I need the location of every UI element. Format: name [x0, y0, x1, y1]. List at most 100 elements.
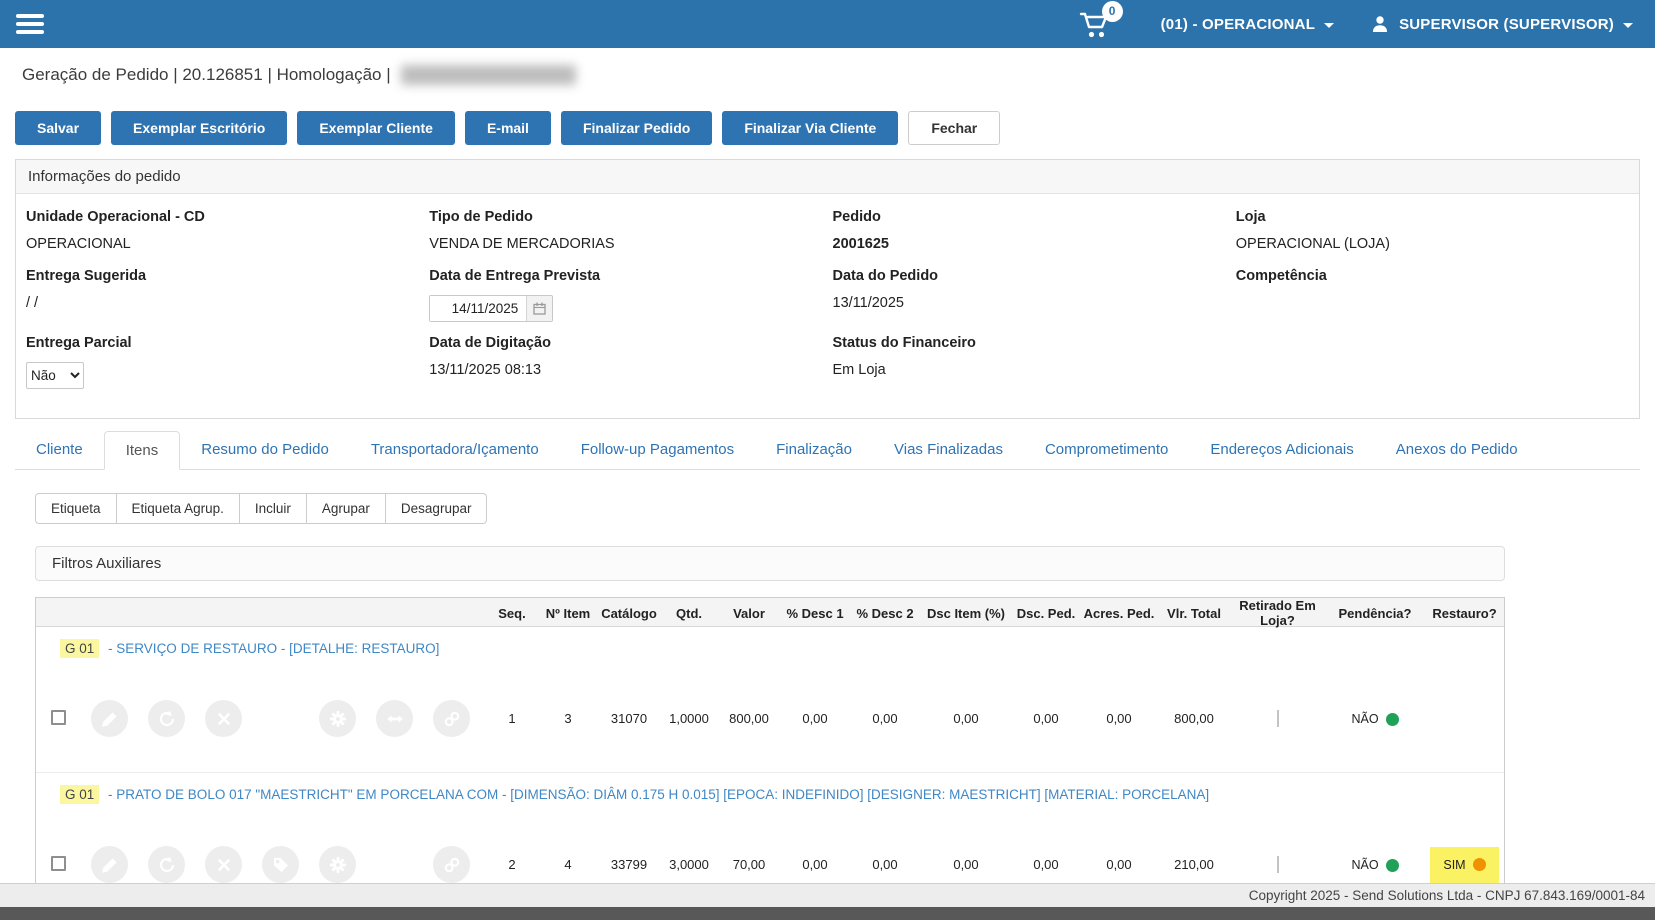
bottom-bar	[0, 907, 1655, 920]
chevron-down-icon	[1623, 23, 1633, 28]
retirado-checkbox[interactable]	[1277, 856, 1279, 873]
group-description-link[interactable]: - SERVIÇO DE RESTAURO - [DETALHE: RESTAU…	[108, 641, 439, 656]
green-status-dot-icon	[1386, 713, 1399, 726]
edit-button[interactable]	[91, 846, 128, 883]
green-status-dot-icon	[1386, 859, 1399, 872]
link-button[interactable]	[433, 846, 470, 883]
cell-desc2: 0,00	[850, 857, 920, 872]
col-acres-ped: Acres. Ped.	[1080, 606, 1158, 621]
breadcrumb: Geração de Pedido | 20.126851 | Homologa…	[0, 48, 1655, 98]
etiqueta-button[interactable]: Etiqueta	[35, 493, 117, 524]
filtros-auxiliares-panel[interactable]: Filtros Auxiliares	[35, 546, 1505, 581]
tag-button[interactable]	[262, 846, 299, 883]
gear-icon	[329, 856, 347, 874]
cell-catalogo: 33799	[598, 857, 660, 872]
unit-menu[interactable]: (01) - OPERACIONAL	[1161, 16, 1334, 33]
copyright-text: Copyright 2025 - Send Solutions Ltda - C…	[0, 883, 1655, 907]
row-select-checkbox[interactable]	[51, 710, 66, 725]
tab-bar: Cliente Itens Resumo do Pedido Transport…	[15, 431, 1640, 470]
pendencia-status: NÃO	[1351, 858, 1398, 872]
col-dsc-ped: Dsc. Ped.	[1012, 606, 1080, 621]
action-button-row: Salvar Exemplar Escritório Exemplar Clie…	[15, 111, 1640, 145]
etiqueta-agrup-button[interactable]: Etiqueta Agrup.	[116, 493, 240, 524]
email-button[interactable]: E-mail	[465, 111, 551, 145]
tab-cliente[interactable]: Cliente	[15, 431, 104, 470]
cell-valor: 70,00	[718, 857, 780, 872]
row-select-checkbox[interactable]	[51, 856, 66, 871]
x-icon	[216, 857, 232, 873]
partial-delivery-select[interactable]: Não	[26, 362, 84, 389]
field-data-entrega-prevista: Data de Entrega Prevista	[429, 268, 822, 322]
calendar-icon	[533, 302, 546, 315]
col-valor: Valor	[718, 606, 780, 621]
cart-button[interactable]: 0	[1079, 10, 1111, 39]
link-icon	[443, 710, 461, 728]
tab-comprometimento[interactable]: Comprometimento	[1024, 431, 1189, 470]
tab-finalizacao[interactable]: Finalização	[755, 431, 873, 470]
desagrupar-button[interactable]: Desagrupar	[385, 493, 488, 524]
col-dsc-item: Dsc Item (%)	[920, 606, 1012, 621]
col-qtd: Qtd.	[660, 606, 718, 621]
items-table: Seq. Nº Item Catálogo Qtd. Valor % Desc …	[35, 597, 1505, 919]
office-copy-button[interactable]: Exemplar Escritório	[111, 111, 287, 145]
move-button[interactable]	[376, 700, 413, 737]
col-retirado-em-loja: Retirado Em Loja?	[1230, 598, 1325, 628]
tab-transportadora-icamento[interactable]: Transportadora/Içamento	[350, 431, 560, 470]
group-row: G 01 - PRATO DE BOLO 017 "MAESTRICHT" EM…	[36, 773, 1504, 811]
chevron-down-icon	[1324, 23, 1334, 28]
cell-qtd: 3,0000	[660, 857, 718, 872]
agrupar-button[interactable]: Agrupar	[306, 493, 386, 524]
history-button[interactable]	[148, 700, 185, 737]
pencil-icon	[101, 856, 119, 874]
retirado-checkbox[interactable]	[1277, 710, 1279, 727]
field-unidade-operacional: Unidade Operacional - CD OPERACIONAL	[26, 209, 419, 255]
cell-catalogo: 31070	[598, 711, 660, 726]
save-button[interactable]: Salvar	[15, 111, 101, 145]
cell-desc1: 0,00	[780, 711, 850, 726]
history-button[interactable]	[148, 846, 185, 883]
tab-enderecos-adicionais[interactable]: Endereços Adicionais	[1189, 431, 1374, 470]
remove-button[interactable]	[205, 846, 242, 883]
group-badge: G 01	[60, 785, 99, 804]
cell-n-item: 4	[538, 857, 598, 872]
cell-qtd: 1,0000	[660, 711, 718, 726]
tab-anexos-do-pedido[interactable]: Anexos do Pedido	[1375, 431, 1539, 470]
tab-vias-finalizadas[interactable]: Vias Finalizadas	[873, 431, 1024, 470]
cell-dsc-item: 0,00	[920, 711, 1012, 726]
col-restauro: Restauro?	[1425, 606, 1504, 621]
field-tipo-pedido: Tipo de Pedido VENDA DE MERCADORIAS	[429, 209, 822, 255]
finalize-order-button[interactable]: Finalizar Pedido	[561, 111, 712, 145]
hamburger-menu-icon[interactable]	[16, 14, 44, 34]
close-button[interactable]: Fechar	[908, 111, 1000, 145]
cell-seq: 2	[486, 857, 538, 872]
arrows-horizontal-icon	[386, 710, 404, 728]
group-badge: G 01	[60, 639, 99, 658]
client-copy-button[interactable]: Exemplar Cliente	[297, 111, 455, 145]
settings-button[interactable]	[319, 846, 356, 883]
field-entrega-sugerida: Entrega Sugerida / /	[26, 268, 419, 322]
items-toolbar: Etiqueta Etiqueta Agrup. Incluir Agrupar…	[35, 493, 487, 524]
calendar-button[interactable]	[526, 296, 552, 321]
remove-button[interactable]	[205, 700, 242, 737]
edit-button[interactable]	[91, 700, 128, 737]
filtros-auxiliares-title: Filtros Auxiliares	[52, 555, 161, 572]
tab-itens[interactable]: Itens	[104, 431, 181, 470]
col-n-item: Nº Item	[538, 606, 598, 621]
x-icon	[216, 711, 232, 727]
pencil-icon	[101, 710, 119, 728]
tab-resumo-do-pedido[interactable]: Resumo do Pedido	[180, 431, 350, 470]
delivery-date-input[interactable]	[430, 296, 526, 321]
restauro-status: SIM	[1430, 847, 1498, 883]
link-icon	[443, 856, 461, 874]
page-title: Geração de Pedido | 20.126851 | Homologa…	[22, 65, 391, 85]
settings-button[interactable]	[319, 700, 356, 737]
field-competencia: Competência	[1236, 268, 1629, 322]
tab-follow-up-pagamentos[interactable]: Follow-up Pagamentos	[560, 431, 755, 470]
incluir-button[interactable]: Incluir	[239, 493, 307, 524]
finalize-via-client-button[interactable]: Finalizar Via Cliente	[722, 111, 898, 145]
user-menu[interactable]: SUPERVISOR (SUPERVISOR)	[1370, 14, 1633, 34]
pendencia-status: NÃO	[1351, 712, 1398, 726]
link-button[interactable]	[433, 700, 470, 737]
history-icon	[158, 710, 176, 728]
group-description-link[interactable]: - PRATO DE BOLO 017 "MAESTRICHT" EM PORC…	[108, 787, 1209, 802]
